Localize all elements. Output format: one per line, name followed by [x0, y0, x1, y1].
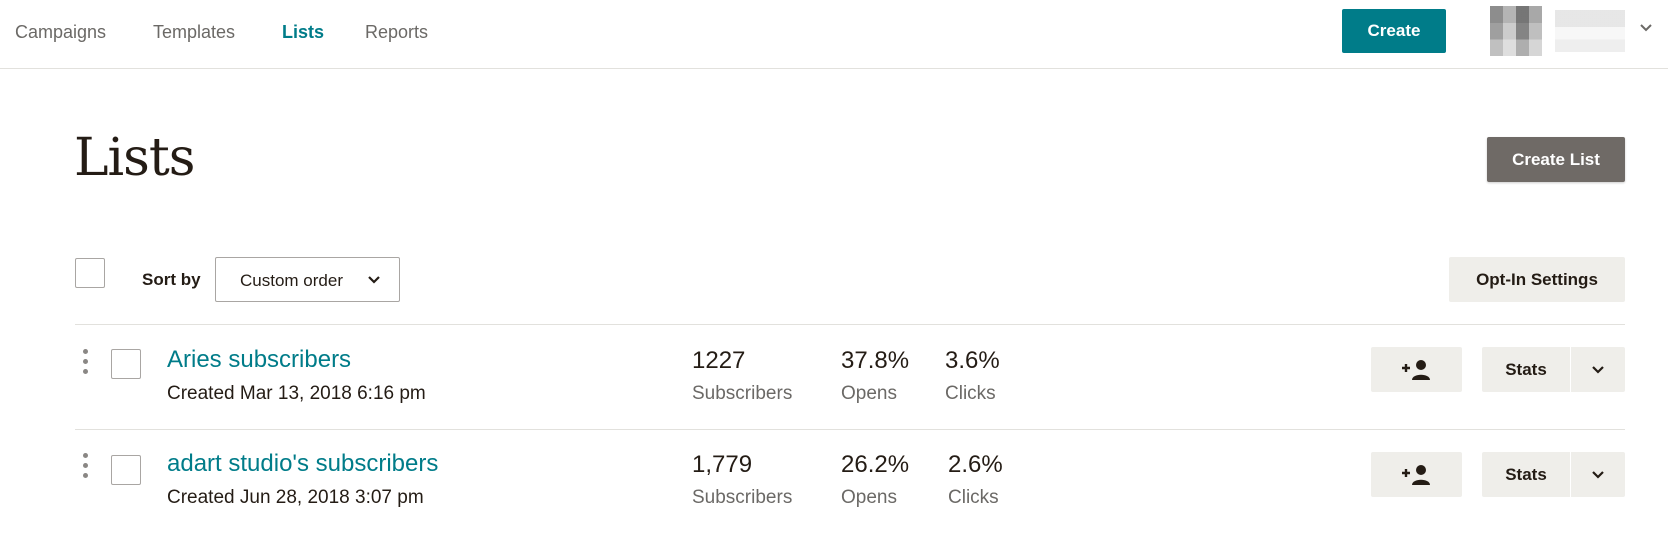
- add-user-icon: [1402, 360, 1430, 380]
- list-name-link[interactable]: Aries subscribers: [167, 346, 351, 374]
- sort-select[interactable]: Custom order: [215, 257, 400, 302]
- account-name-redacted[interactable]: [1555, 10, 1625, 52]
- sort-select-value: Custom order: [240, 271, 343, 290]
- subscribers-label: Subscribers: [692, 487, 793, 508]
- chevron-down-icon: [368, 276, 380, 284]
- add-user-icon: [1402, 465, 1430, 485]
- opens-label: Opens: [841, 487, 897, 508]
- row-checkbox[interactable]: [111, 349, 141, 379]
- opens-rate: 37.8%: [841, 347, 910, 374]
- subscribers-count: 1,779: [692, 451, 753, 478]
- opens-label: Opens: [841, 383, 897, 404]
- clicks-label: Clicks: [945, 383, 996, 404]
- avatar[interactable]: [1490, 6, 1542, 56]
- drag-handle-icon[interactable]: [83, 349, 89, 377]
- subscribers-label: Subscribers: [692, 383, 793, 404]
- stats-button[interactable]: Stats: [1482, 452, 1570, 497]
- subscribers-count: 1227: [692, 347, 746, 374]
- list-row: adart studio's subscribers Created Jun 2…: [0, 430, 1668, 534]
- nav-templates[interactable]: Templates: [153, 22, 235, 43]
- stats-dropdown-button[interactable]: [1571, 347, 1625, 392]
- create-button[interactable]: Create: [1342, 9, 1446, 53]
- sort-by-label: Sort by: [142, 270, 201, 289]
- nav-campaigns[interactable]: Campaigns: [15, 22, 106, 43]
- list-created-date: Created Jun 28, 2018 3:07 pm: [167, 487, 424, 508]
- page-title: Lists: [74, 128, 195, 188]
- row-checkbox[interactable]: [111, 455, 141, 485]
- opens-rate: 26.2%: [841, 451, 910, 478]
- clicks-rate: 3.6%: [945, 347, 1000, 374]
- stats-button[interactable]: Stats: [1482, 347, 1570, 392]
- list-name-link[interactable]: adart studio's subscribers: [167, 450, 438, 478]
- clicks-rate: 2.6%: [948, 451, 1003, 478]
- stats-dropdown-button[interactable]: [1571, 452, 1625, 497]
- list-created-date: Created Mar 13, 2018 6:16 pm: [167, 383, 426, 404]
- chevron-down-icon: [1592, 471, 1604, 479]
- opt-in-settings-button[interactable]: Opt-In Settings: [1449, 257, 1625, 302]
- select-all-checkbox[interactable]: [75, 258, 105, 288]
- nav-reports[interactable]: Reports: [365, 22, 428, 43]
- add-subscriber-button[interactable]: [1371, 347, 1462, 392]
- create-list-button[interactable]: Create List: [1487, 137, 1625, 182]
- chevron-down-icon[interactable]: [1636, 18, 1656, 38]
- list-row: Aries subscribers Created Mar 13, 2018 6…: [0, 325, 1668, 429]
- top-navigation: Campaigns Templates Lists Reports Create: [0, 0, 1668, 69]
- add-subscriber-button[interactable]: [1371, 452, 1462, 497]
- chevron-down-icon: [1592, 366, 1604, 374]
- drag-handle-icon[interactable]: [83, 453, 89, 481]
- nav-lists[interactable]: Lists: [282, 22, 324, 43]
- clicks-label: Clicks: [948, 487, 999, 508]
